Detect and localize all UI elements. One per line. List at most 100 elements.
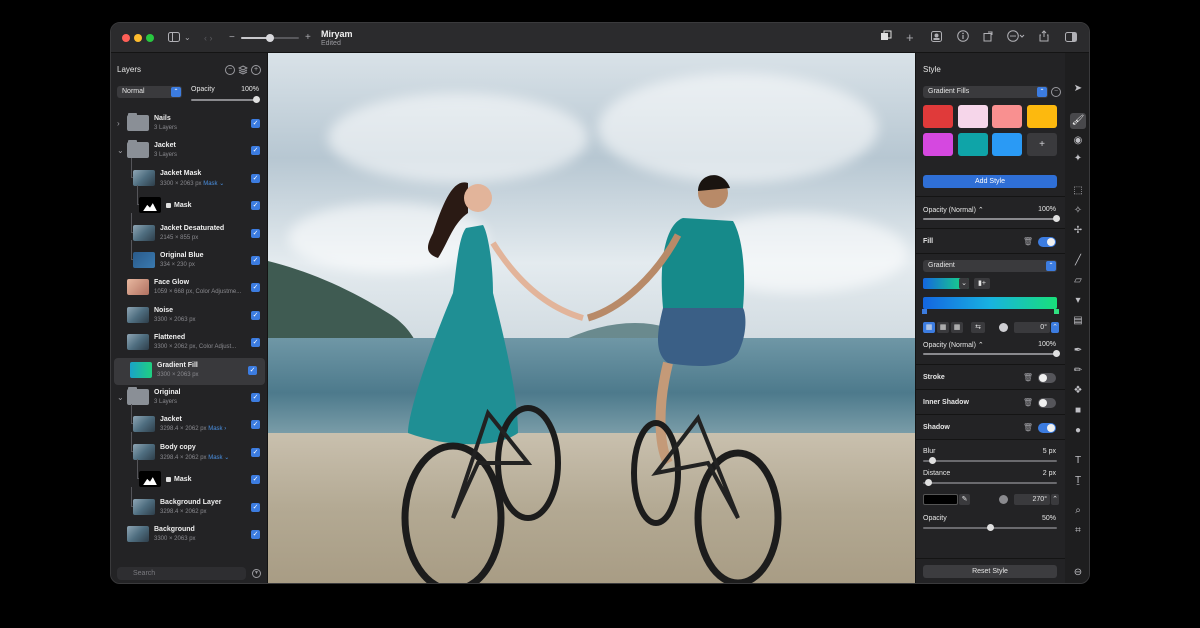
add-icon[interactable]: + [906,30,914,46]
shadow-distance-knob[interactable] [925,479,932,486]
pencil-icon[interactable]: ✏ [1070,363,1086,379]
zoom-slider-knob[interactable] [266,34,274,42]
sidebar-toggle-icon[interactable] [168,30,180,46]
shadow-blur-slider[interactable] [923,457,1057,464]
gradient-tool-icon[interactable]: ▤ [1070,313,1086,329]
color-adjust-icon[interactable]: ◉ [1070,133,1086,149]
shadow-opacity-knob[interactable] [987,524,994,531]
layer-visibility-checkbox[interactable]: ✓ [248,365,257,375]
image-canvas[interactable] [268,53,915,583]
layer-opacity-knob[interactable] [253,96,260,103]
select-brush-icon[interactable]: ✢ [1070,223,1086,239]
paint-brush-icon[interactable]: ╱ [1070,253,1086,269]
layer-row[interactable]: Jacket Mask 3300 × 2063 px Mask ⌄ ✓ [111,157,268,193]
style-swatch[interactable] [923,133,953,156]
gradient-stops-icon[interactable]: ▮+ [974,278,990,289]
rectangle-select-icon[interactable]: ⬚ [1070,183,1086,199]
shadow-angle-dial-icon[interactable] [999,495,1008,504]
mask-link[interactable]: Mask ⌄ [203,181,224,187]
delete-inner-shadow-icon[interactable]: 🗑 [1023,398,1033,407]
layer-visibility-checkbox[interactable]: ✓ [251,502,260,512]
gradient-stop-start[interactable] [922,309,927,314]
layer-visibility-checkbox[interactable]: ✓ [251,338,260,348]
stroke-toggle[interactable] [1038,373,1056,383]
layer-search-input[interactable]: Search [117,567,246,580]
layer-row[interactable]: Body copy 3298.4 × 2062 px Mask ⌄ ✓ [111,431,268,467]
add-layer-icon[interactable]: + [251,65,261,75]
style-swatch[interactable] [957,105,988,128]
reset-style-button[interactable]: Reset Style [923,565,1057,578]
layer-visibility-checkbox[interactable]: ✓ [251,283,260,293]
ellipse-icon[interactable]: ● [1070,423,1086,439]
zoom-window-button[interactable] [146,34,154,42]
style-swatch[interactable] [1027,105,1058,128]
minimize-window-button[interactable] [134,34,142,42]
layer-visibility-checkbox[interactable]: ✓ [251,201,260,211]
layer-row[interactable]: Flattened 3300 × 2062 px, Color Adjust...… [111,330,268,357]
more-options-icon[interactable] [1007,30,1025,46]
shadow-distance-slider[interactable] [923,479,1057,486]
layer-row[interactable]: › Nails 3 Layers ✓ [111,111,268,138]
delete-fill-icon[interactable]: 🗑 [1023,237,1033,246]
inspector-toggle-icon[interactable] [1065,30,1077,46]
radial-gradient-icon[interactable]: ▦ [937,322,949,333]
preset-group-select[interactable]: Gradient Fills ⌃ [923,86,1048,98]
layer-visibility-checkbox[interactable]: ✓ [251,173,260,183]
add-swatch-button[interactable]: + [1027,133,1057,156]
delete-shadow-icon[interactable]: 🗑 [1023,423,1033,432]
angular-gradient-icon[interactable]: ▦ [951,322,963,333]
layer-visibility-checkbox[interactable]: ✓ [251,228,260,238]
layers-style-icon[interactable] [880,30,892,46]
effects-star-icon[interactable]: ✦ [1070,151,1086,167]
style-swatch[interactable] [923,105,953,128]
layer-row[interactable]: Gradient Fill 3300 × 2063 px ✓ [114,357,265,385]
chevron-down-icon[interactable]: ⌄ [959,278,969,289]
eraser-icon[interactable]: ▱ [1070,273,1086,289]
fill-type-select[interactable]: Gradient ⌃ [923,260,1057,272]
swap-gradient-icon[interactable]: ⇆ [971,322,985,333]
add-style-button[interactable]: Add Style [923,175,1057,188]
fill-toggle[interactable] [1038,237,1056,247]
zoom-in-button[interactable]: + [305,30,311,46]
rectangle-icon[interactable]: ■ [1070,403,1086,419]
shadow-toggle[interactable] [1038,423,1056,433]
layer-visibility-checkbox[interactable]: ✓ [251,420,260,430]
style-swatch[interactable] [992,105,1023,128]
layer-opacity-slider[interactable] [191,96,260,103]
disclosure-chevron-icon[interactable]: ⌄ [117,393,124,402]
style-brush-icon[interactable]: 🖌 [1070,113,1086,129]
shadow-opacity-slider[interactable] [923,524,1057,531]
disclosure-chevron-icon[interactable]: › [117,119,120,128]
shadow-blur-knob[interactable] [929,457,936,464]
style-swatch[interactable] [957,133,988,156]
arrow-pointer-icon[interactable]: ➤ [1070,81,1086,97]
layer-visibility-checkbox[interactable]: ✓ [251,447,260,457]
style-opacity-knob[interactable] [1053,215,1060,222]
layer-visibility-checkbox[interactable]: ✓ [251,530,260,539]
stepper-icon[interactable]: ⌃ [1051,494,1059,505]
style-opacity-slider[interactable] [923,215,1060,222]
angle-dial-icon[interactable] [999,323,1008,332]
shadow-angle-field[interactable]: 270° [1014,494,1050,505]
fill-opacity-slider[interactable] [923,350,1060,357]
layer-stack-icon[interactable] [237,65,249,75]
zoom-slider[interactable] [241,34,299,42]
crop-rotate-icon[interactable] [983,30,994,46]
layer-row[interactable]: Original Blue 334 × 230 px ✓ [111,240,268,275]
filter-icon[interactable]: ▼ [252,569,261,578]
remove-preset-icon[interactable]: − [1051,87,1061,97]
text-on-path-icon[interactable]: Ṯ [1070,473,1086,489]
layer-row[interactable]: Noise 3300 × 2063 px ✓ [111,303,268,330]
layer-visibility-checkbox[interactable]: ✓ [251,393,260,402]
text-icon[interactable]: T [1070,453,1086,469]
layer-visibility-checkbox[interactable]: ✓ [251,475,260,485]
linear-gradient-icon[interactable]: ▦ [923,322,935,333]
shadow-color-well[interactable] [923,494,958,505]
zoom-out-button[interactable]: − [229,30,235,46]
fill-opacity-knob[interactable] [1053,350,1060,357]
info-icon[interactable] [957,30,969,46]
back-forward-icon[interactable]: ‹ › [204,30,213,46]
layer-visibility-checkbox[interactable]: ✓ [251,310,260,320]
close-window-button[interactable] [122,34,130,42]
gradient-stop-end[interactable] [1054,309,1059,314]
